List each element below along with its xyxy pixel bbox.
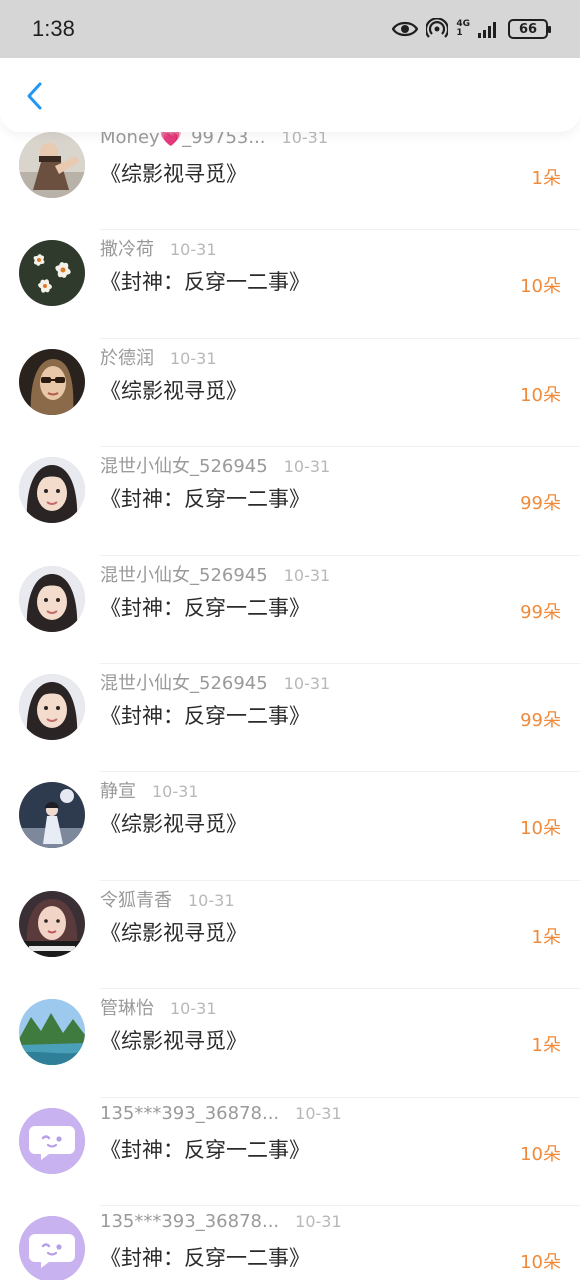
gift-amount: 10朵 [520,1251,561,1273]
username: 撒冷荷 [100,239,154,261]
item-meta: 混世小仙女_526945 10-31 [100,669,330,695]
username: 135***393_36878... [100,1102,280,1124]
username: 混世小仙女_526945 [100,456,268,478]
list-item-7[interactable]: 令狐青香 10-31 《综影视寻觅》 1朵 [0,881,580,990]
gift-record-list: Money💗_99753... 10-31 《综影视寻觅》 1朵 撒冷荷 10-… [0,122,580,1280]
gift-date: 10-31 [295,1211,342,1231]
avatar-girl-portrait[interactable] [19,457,85,524]
book-title: 《封神：反穿一二事》 [100,487,310,512]
item-meta: 令狐青香 10-31 [100,886,235,912]
gift-amount: 1朵 [531,926,561,948]
avatar-chat-bubble[interactable] [19,1107,85,1174]
gift-amount: 10朵 [520,384,561,406]
avatar-night-figure[interactable] [19,782,85,849]
book-title: 《封神：反穿一二事》 [100,270,310,295]
list-item-6[interactable]: 静宣 10-31 《综影视寻觅》 10朵 [0,772,580,881]
list-item-8[interactable]: 管琳怡 10-31 《综影视寻觅》 1朵 [0,989,580,1098]
network-type: 4G 1 [456,20,470,38]
avatar-illustration[interactable] [19,132,85,198]
list-item-10[interactable]: 135***393_36878... 10-31 《封神：反穿一二事》 10朵 [0,1206,580,1280]
item-meta: 混世小仙女_526945 10-31 [100,452,330,478]
book-title: 《封神：反穿一二事》 [100,1245,310,1270]
item-meta: 於德润 10-31 [100,344,217,370]
gift-amount: 10朵 [520,276,561,298]
gift-date: 10-31 [283,565,331,585]
book-title: 《综影视寻觅》 [100,162,247,186]
book-title: 《封神：反穿一二事》 [100,703,310,728]
list-item-2[interactable]: 於德润 10-31 《综影视寻觅》 10朵 [0,339,580,448]
list-item-5[interactable]: 混世小仙女_526945 10-31 《封神：反穿一二事》 99朵 [0,664,580,773]
list-item-1[interactable]: 撒冷荷 10-31 《封神：反穿一二事》 10朵 [0,230,580,339]
list-item-0[interactable]: Money💗_99753... 10-31 《综影视寻觅》 1朵 [0,122,580,231]
gift-date: 10-31 [283,457,331,477]
avatar-chat-bubble[interactable] [19,1215,85,1280]
username: 混世小仙女_526945 [100,564,268,586]
username: 135***393_36878... [100,1210,280,1232]
username: 静宣 [100,781,136,803]
gift-amount: 99朵 [520,601,561,623]
network-type-bottom: 1 [456,28,463,38]
battery-indicator: 66 [508,19,551,39]
username: 混世小仙女_526945 [100,672,268,694]
item-meta: 撒冷荷 10-31 [100,235,217,261]
gift-date: 10-31 [170,348,217,368]
gift-date: 10-31 [295,1103,342,1123]
avatar-portrait-sunglasses[interactable] [19,348,85,415]
item-meta: 静宣 10-31 [100,777,199,803]
gift-amount: 1朵 [531,168,561,189]
status-icons: 4G 1 66 [392,18,551,40]
gift-amount: 10朵 [520,818,561,840]
list-item-9[interactable]: 135***393_36878... 10-31 《封神：反穿一二事》 10朵 [0,1098,580,1206]
hotspot-icon [426,18,449,40]
gift-date: 10-31 [170,240,217,260]
gift-amount: 99朵 [520,709,561,731]
avatar-landscape[interactable] [19,999,85,1066]
status-time: 1:38 [32,16,75,41]
gift-amount: 99朵 [520,493,561,515]
book-title: 《综影视寻觅》 [100,1029,247,1054]
eye-icon [392,20,419,38]
book-title: 《封神：反穿一二事》 [100,595,310,620]
book-title: 《综影视寻觅》 [100,378,247,403]
item-meta: 管琳怡 10-31 [100,994,217,1020]
avatar-girl-portrait[interactable] [19,565,85,632]
gift-date: 10-31 [188,890,235,910]
avatar-girl-portrait[interactable] [19,673,85,740]
signal-icon [478,20,500,38]
username: 令狐青香 [100,889,172,911]
item-meta: 混世小仙女_526945 10-31 [100,561,330,587]
book-title: 《综影视寻觅》 [100,812,247,837]
item-meta: 135***393_36878... 10-31 [100,1211,342,1232]
avatar-flowers[interactable] [19,240,85,307]
gift-date: 10-31 [152,782,199,802]
chevron-left-icon [27,82,42,110]
gift-date: 10-31 [170,999,217,1019]
book-title: 《综影视寻觅》 [100,920,247,945]
nav-bar [0,58,580,132]
username: 於德润 [100,347,154,369]
status-bar: 1:38 4G 1 66 [0,0,580,58]
book-title: 《封神：反穿一二事》 [100,1137,310,1162]
username: 管琳怡 [100,998,154,1020]
gift-date: 10-31 [283,673,331,693]
item-meta: 135***393_36878... 10-31 [100,1103,342,1124]
back-button[interactable] [18,80,50,112]
gift-amount: 10朵 [520,1143,561,1165]
avatar-woman-caption[interactable] [19,890,85,957]
list-item-3[interactable]: 混世小仙女_526945 10-31 《封神：反穿一二事》 99朵 [0,447,580,556]
list-item-4[interactable]: 混世小仙女_526945 10-31 《封神：反穿一二事》 99朵 [0,556,580,664]
gift-amount: 1朵 [531,1035,561,1057]
